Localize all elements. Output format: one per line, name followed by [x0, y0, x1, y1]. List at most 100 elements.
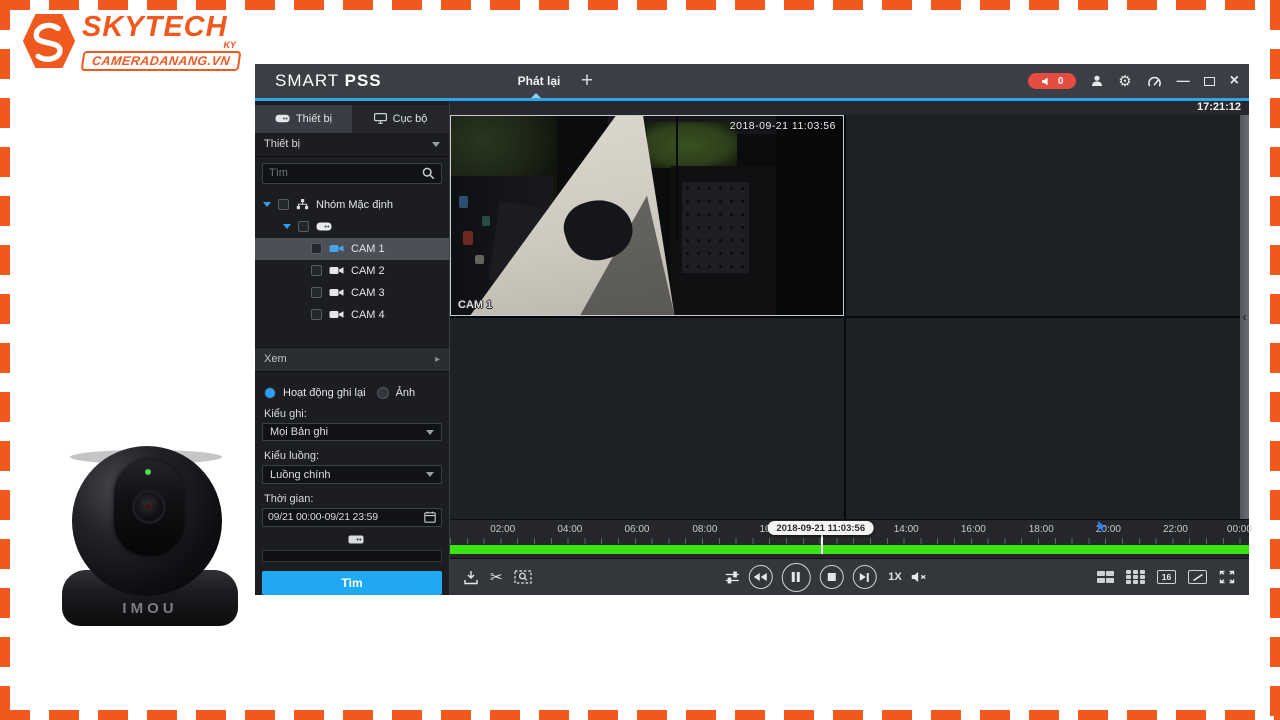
search-records-button[interactable]: Tìm — [262, 571, 442, 595]
split-9-button[interactable] — [1126, 570, 1145, 584]
time-range-field[interactable]: 09/21 00:00-09/21 23:59 — [262, 508, 442, 527]
cam1-label: CAM 1 — [351, 243, 385, 255]
video-cam-label: CAM 1 — [458, 299, 492, 311]
sidebar: Thiết bị Cục bộ Thiết bị — [255, 101, 450, 595]
brand-hexagon-icon — [22, 12, 76, 70]
cam3-label: CAM 3 — [351, 287, 385, 299]
pause-button[interactable] — [781, 563, 810, 592]
sync-sliders-icon[interactable] — [724, 571, 739, 584]
search-icon[interactable] — [422, 167, 435, 180]
time-range-value: 09/21 00:00-09/21 23:59 — [268, 511, 378, 523]
stream-type-label: Kiểu luồng: — [264, 450, 440, 462]
tree-cam1-row[interactable]: CAM 1 — [255, 238, 449, 260]
digital-zoom-icon[interactable] — [514, 570, 532, 584]
device-progress-bar[interactable] — [262, 550, 442, 562]
device-checkbox[interactable] — [298, 221, 309, 232]
close-button[interactable]: × — [1230, 74, 1239, 88]
video-cell-2[interactable] — [846, 115, 1240, 316]
download-icon[interactable] — [463, 570, 479, 585]
playback-content: 17:21:12 — [450, 101, 1249, 595]
camera-icon — [329, 310, 344, 319]
cam3-checkbox[interactable] — [311, 287, 322, 298]
split-16-button[interactable]: 16 — [1157, 570, 1176, 584]
record-radio[interactable] — [264, 387, 276, 399]
alarm-count: 0 — [1058, 76, 1064, 87]
cam1-checkbox[interactable] — [311, 243, 322, 254]
tab-local[interactable]: Cục bộ — [352, 105, 449, 133]
stop-button[interactable] — [819, 565, 843, 589]
clip-scissors-icon[interactable]: ✂ — [490, 570, 503, 585]
speed-indicator[interactable]: 1X — [888, 571, 901, 583]
record-type-value: Mọi Bản ghi — [270, 426, 328, 438]
timeline-tick: 08:00 — [692, 524, 717, 535]
camera-brand-label: IMOU — [58, 600, 242, 617]
group-org-icon — [296, 199, 309, 210]
fullscreen-icon[interactable] — [1219, 570, 1235, 584]
page: SKYTECH KY CAMERADANANG.VN IMOU SMART PS… — [0, 0, 1280, 720]
rewind-button[interactable] — [748, 565, 772, 589]
tree-cam4-row[interactable]: CAM 4 — [255, 304, 449, 326]
camera-led — [145, 469, 151, 475]
minimize-button[interactable]: — — [1177, 76, 1189, 86]
brand-name: SKYTECH — [82, 12, 240, 42]
search-type-radios: Hoạt động ghi lại Ảnh — [264, 387, 440, 399]
brand-logo: SKYTECH KY CAMERADANANG.VN — [22, 12, 240, 71]
tree-group-row[interactable]: Nhóm Mặc định — [255, 194, 449, 216]
expand-arrow-icon[interactable] — [283, 224, 291, 229]
speaker-icon — [1041, 77, 1051, 86]
search-input[interactable] — [269, 167, 422, 179]
frame-dash-bottom — [0, 710, 1280, 720]
tab-device[interactable]: Thiết bị — [255, 105, 352, 133]
cam4-checkbox[interactable] — [311, 309, 322, 320]
device-search — [262, 163, 442, 184]
device-group-select[interactable]: Thiết bị — [255, 133, 449, 157]
arrow-right-icon: ▸ — [435, 354, 440, 365]
playback-toolbar: ✂ 1X — [450, 558, 1249, 595]
timeline-tick: 14:00 — [894, 524, 919, 535]
group-checkbox[interactable] — [278, 199, 289, 210]
user-icon[interactable] — [1091, 75, 1103, 87]
video-cell-1[interactable]: 2018-09-21 11:03:56 CAM 1 — [450, 115, 844, 316]
mouse-cursor — [1097, 520, 1107, 538]
panel-collapse-handle[interactable]: ‹ — [1240, 115, 1249, 519]
timeline-ruler-ticks — [450, 538, 1249, 544]
picture-radio[interactable] — [377, 387, 389, 399]
picture-radio-label: Ảnh — [396, 387, 416, 399]
split-4-button[interactable] — [1097, 571, 1115, 584]
app-title: SMART PSS — [275, 71, 382, 91]
playback-timeline[interactable]: 02:00 04:00 06:00 08:00 10:00 12:00 14:0… — [450, 519, 1249, 558]
frame-dash-right — [1270, 0, 1280, 720]
chevron-left-icon: ‹ — [1243, 310, 1247, 324]
calendar-icon[interactable] — [424, 511, 436, 523]
camera-footage: 2018-09-21 11:03:56 CAM 1 — [451, 116, 843, 315]
chevron-down-icon — [426, 472, 434, 477]
video-cell-4[interactable] — [846, 318, 1240, 519]
maximize-button[interactable] — [1204, 77, 1215, 86]
expand-arrow-icon[interactable] — [263, 202, 271, 207]
tree-device-row[interactable] — [255, 216, 449, 238]
settings-gear-icon[interactable]: ⚙ — [1118, 74, 1131, 89]
stream-type-select[interactable]: Luồng chính — [262, 465, 442, 484]
time-label: Thời gian: — [264, 493, 440, 505]
chevron-down-icon — [432, 142, 440, 147]
sidebar-tabs: Thiết bị Cục bộ — [255, 105, 449, 133]
active-tab-pointer — [531, 93, 541, 98]
tree-cam2-row[interactable]: CAM 2 — [255, 260, 449, 282]
custom-split-button[interactable] — [1188, 570, 1207, 584]
video-cell-3[interactable] — [450, 318, 844, 519]
alarm-button[interactable]: 0 — [1028, 73, 1076, 89]
new-tab-button[interactable]: + — [575, 66, 599, 96]
record-type-select[interactable]: Mọi Bản ghi — [262, 423, 442, 442]
camera-icon — [329, 288, 344, 297]
cam2-checkbox[interactable] — [311, 265, 322, 276]
timeline-tick: 22:00 — [1163, 524, 1188, 535]
next-frame-button[interactable] — [852, 565, 876, 589]
smartpss-window: SMART PSS Phát lại + 0 ⚙ — [255, 64, 1249, 595]
performance-gauge-icon[interactable] — [1147, 75, 1162, 87]
view-section-header[interactable]: Xem ▸ — [255, 347, 449, 372]
mute-speaker-icon[interactable] — [911, 571, 927, 583]
stream-type-value: Luồng chính — [270, 469, 331, 481]
video-grid: 2018-09-21 11:03:56 CAM 1 — [450, 115, 1240, 519]
brand-sub: KY — [82, 40, 236, 50]
tree-cam3-row[interactable]: CAM 3 — [255, 282, 449, 304]
